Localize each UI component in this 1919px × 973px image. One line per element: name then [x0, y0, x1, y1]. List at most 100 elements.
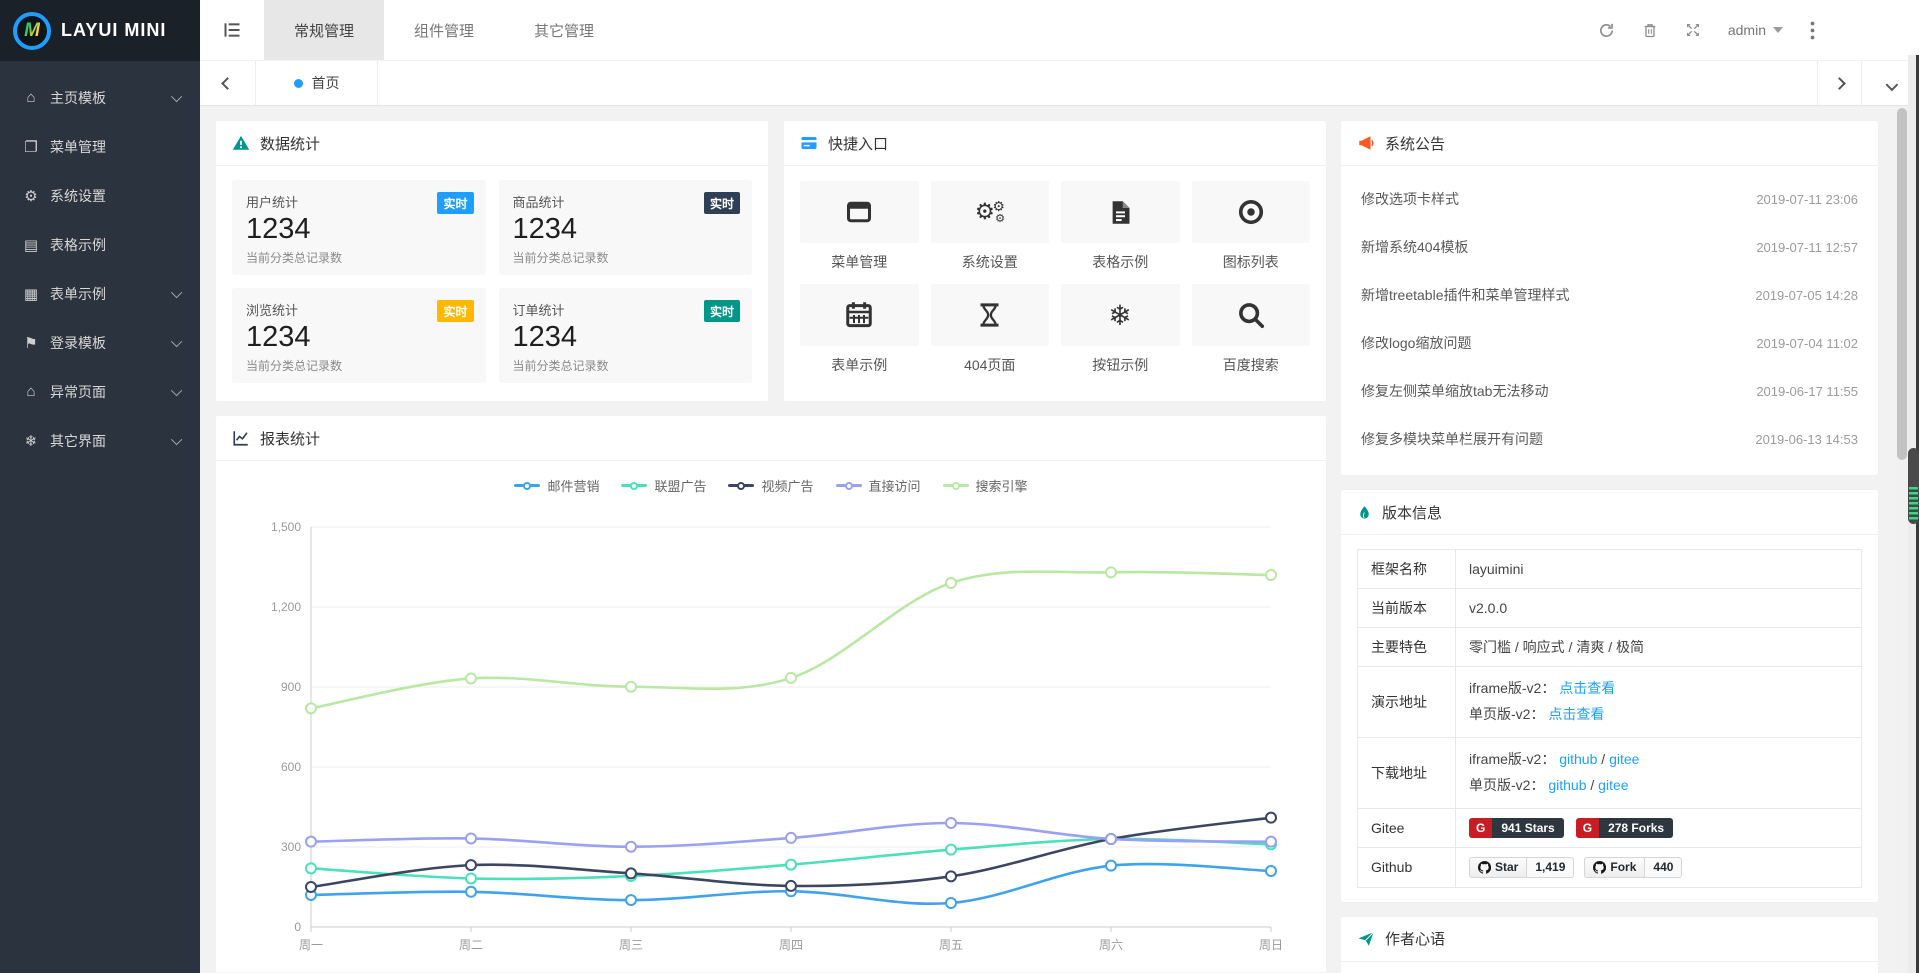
legend-item-搜索引擎[interactable]: 搜索引擎 [943, 476, 1028, 495]
collapse-sidebar-icon[interactable] [200, 0, 264, 60]
sidebar-item-table-example[interactable]: ▤表格示例 [0, 220, 200, 269]
notice-item[interactable]: 新增treetable插件和菜单管理样式2019-07-05 14:28 [1361, 271, 1858, 319]
quick-entry-表单示例[interactable]: 表单示例 [800, 284, 919, 375]
notice-date: 2019-07-04 11:02 [1756, 336, 1858, 351]
legend-item-视频广告[interactable]: 视频广告 [728, 476, 813, 495]
notice-card: 系统公告 修改选项卡样式2019-07-11 23:06新增系统404模板201… [1340, 120, 1879, 476]
author-card-title: 作者心语 [1385, 928, 1445, 949]
gitee-badge[interactable]: G278 Forks [1576, 818, 1673, 838]
sidebar-item-menu-manage[interactable]: ❐菜单管理 [0, 122, 200, 171]
version-link[interactable]: gitee [1598, 777, 1628, 793]
notice-item[interactable]: 修复左侧菜单缩放tab无法移动2019-06-17 11:55 [1361, 367, 1858, 415]
sidebar-item-login-template[interactable]: ⚑登录模板 [0, 318, 200, 367]
svg-text:300: 300 [281, 840, 301, 854]
svg-text:1,200: 1,200 [271, 600, 301, 614]
svg-text:⚙: ⚙ [995, 213, 1005, 225]
user-menu[interactable]: admin [1728, 22, 1783, 38]
more-options-icon[interactable] [1810, 21, 1815, 40]
notice-date: 2019-07-11 12:57 [1756, 240, 1858, 255]
github-badge[interactable]: Fork440 [1584, 857, 1682, 878]
quick-entry-404页面[interactable]: 404页面 [931, 284, 1050, 375]
notice-item[interactable]: 修改logo缩放问题 2019-07-04 11:02 [1361, 319, 1858, 367]
report-card-title: 报表统计 [260, 428, 320, 449]
fullscreen-icon[interactable] [1685, 22, 1701, 38]
stat-box: 实时浏览统计1234当前分类总记录数 [232, 288, 486, 383]
notice-item[interactable]: 修复多模块菜单栏展开有问题2019-06-13 14:53 [1361, 415, 1858, 463]
version-link[interactable]: gitee [1609, 751, 1639, 767]
quick-entry-系统设置[interactable]: ⚙⚙⚙系统设置 [931, 181, 1050, 272]
chart-legend: 邮件营销 联盟广告 视频广告 直接访问 搜索引擎 [216, 461, 1326, 497]
author-text: 本模板基于layui2.5.4以及font-awesome-4.7.0进行实现。… [1341, 962, 1878, 973]
sidebar-item-error-page[interactable]: ⌂ 异常页面 [0, 367, 200, 416]
notice-text: 修改选项卡样式 [1361, 189, 1459, 209]
version-link[interactable]: 点击查看 [1559, 680, 1615, 696]
svg-text:❄: ❄ [1109, 300, 1132, 331]
quick-entry-label: 按钮示例 [1061, 355, 1180, 375]
legend-item-直接访问[interactable]: 直接访问 [836, 476, 921, 495]
trash-icon[interactable] [1642, 22, 1658, 39]
legend-label: 搜索引擎 [976, 476, 1028, 495]
stat-box: 实时商品统计1234当前分类总记录数 [499, 180, 753, 275]
notice-item[interactable]: 修改选项卡样式2019-07-11 23:06 [1361, 175, 1858, 223]
stat-value: 1234 [513, 321, 739, 354]
notice-text: 修改logo缩放问题 [1361, 333, 1471, 353]
realtime-badge: 实时 [437, 300, 473, 322]
gitee-badge[interactable]: G941 Stars [1469, 818, 1564, 838]
home-icon: ⌂ [20, 89, 42, 106]
quick-entry-按钮示例[interactable]: ❄ 按钮示例 [1061, 284, 1180, 375]
svg-text:周日: 周日 [1259, 938, 1283, 952]
notice-text: 修复左侧菜单缩放tab无法移动 [1361, 381, 1548, 401]
sidebar-item-other-interface[interactable]: ❄其它界面 [0, 416, 200, 465]
svg-text:周六: 周六 [1099, 938, 1123, 952]
stat-value: 1234 [513, 213, 739, 246]
content-scrollbar-thumb[interactable] [1897, 108, 1907, 460]
active-tab-dot-icon [294, 79, 303, 88]
quick-entry-百度搜索[interactable]: 百度搜索 [1192, 284, 1311, 375]
version-link[interactable]: github [1548, 777, 1586, 793]
quick-entry-图标列表[interactable]: 图标列表 [1192, 181, 1311, 272]
window-scrollbar-track[interactable] [1908, 55, 1919, 973]
window-scrollbar-thumb[interactable] [1908, 448, 1919, 524]
logo: M LAYUI MINI [0, 0, 200, 61]
quick-entry-菜单管理[interactable]: 菜单管理 [800, 181, 919, 272]
sidebar-item-form-example[interactable]: ▦表单示例 [0, 269, 200, 318]
stat-caption: 当前分类总记录数 [246, 357, 472, 374]
paper-plane-icon [1357, 930, 1375, 948]
github-badge[interactable]: Star1,419 [1469, 857, 1574, 878]
version-link[interactable]: github [1559, 751, 1597, 767]
notice-list: 修改选项卡样式2019-07-11 23:06新增系统404模板2019-07-… [1341, 166, 1878, 475]
sidebar: M LAYUI MINI ⌂主页模板❐菜单管理⚙系统设置▤表格示例▦表单示例⚑登… [0, 0, 200, 973]
refresh-icon[interactable] [1598, 22, 1615, 39]
sidebar-menu: ⌂主页模板❐菜单管理⚙系统设置▤表格示例▦表单示例⚑登录模板 ⌂ 异常页面 ❄其它界面 [0, 73, 200, 465]
notice-item[interactable]: 新增系统404模板2019-07-11 12:57 [1361, 223, 1858, 271]
quick-entry-表格示例[interactable]: 表格示例 [1061, 181, 1180, 272]
version-row-value: Star1,419 Fork440 [1456, 847, 1862, 887]
version-link[interactable]: 点击查看 [1548, 706, 1604, 722]
svg-text:周一: 周一 [299, 938, 323, 952]
top-tab-组件管理[interactable]: 组件管理 [384, 0, 504, 60]
quick-entry-label: 表单示例 [800, 355, 919, 375]
content-scrollbar-track[interactable] [1896, 106, 1908, 973]
home-icon: ⌂ [20, 383, 42, 400]
right-column: 系统公告 修改选项卡样式2019-07-11 23:06新增系统404模板201… [1340, 120, 1879, 973]
svg-text:周五: 周五 [939, 938, 963, 952]
sidebar-item-home-template[interactable]: ⌂主页模板 [0, 73, 200, 122]
warning-triangle-icon [232, 134, 250, 152]
svg-text:900: 900 [281, 680, 301, 694]
legend-item-联盟广告[interactable]: 联盟广告 [621, 476, 706, 495]
version-row-value: v2.0.0 [1456, 589, 1862, 628]
legend-label: 直接访问 [869, 476, 921, 495]
sidebar-item-system-setting[interactable]: ⚙系统设置 [0, 171, 200, 220]
tab-home[interactable]: 首页 [256, 61, 378, 105]
quick-entry-label: 404页面 [931, 355, 1050, 375]
quick-entry-label: 图标列表 [1192, 252, 1311, 272]
top-tab-常规管理[interactable]: 常规管理 [264, 0, 384, 60]
tab-scroll-left-button[interactable] [200, 61, 256, 105]
top-tab-其它管理[interactable]: 其它管理 [504, 0, 624, 60]
notice-date: 2019-06-13 14:53 [1755, 432, 1858, 447]
quick-entry-label: 菜单管理 [800, 252, 919, 272]
legend-item-邮件营销[interactable]: 邮件营销 [514, 476, 599, 495]
tab-scroll-right-button[interactable] [1817, 61, 1861, 105]
sidebar-item-label: 异常页面 [50, 382, 174, 402]
version-table: 框架名称layuimini当前版本v2.0.0主要特色零门槛 / 响应式 / 清… [1357, 549, 1862, 888]
